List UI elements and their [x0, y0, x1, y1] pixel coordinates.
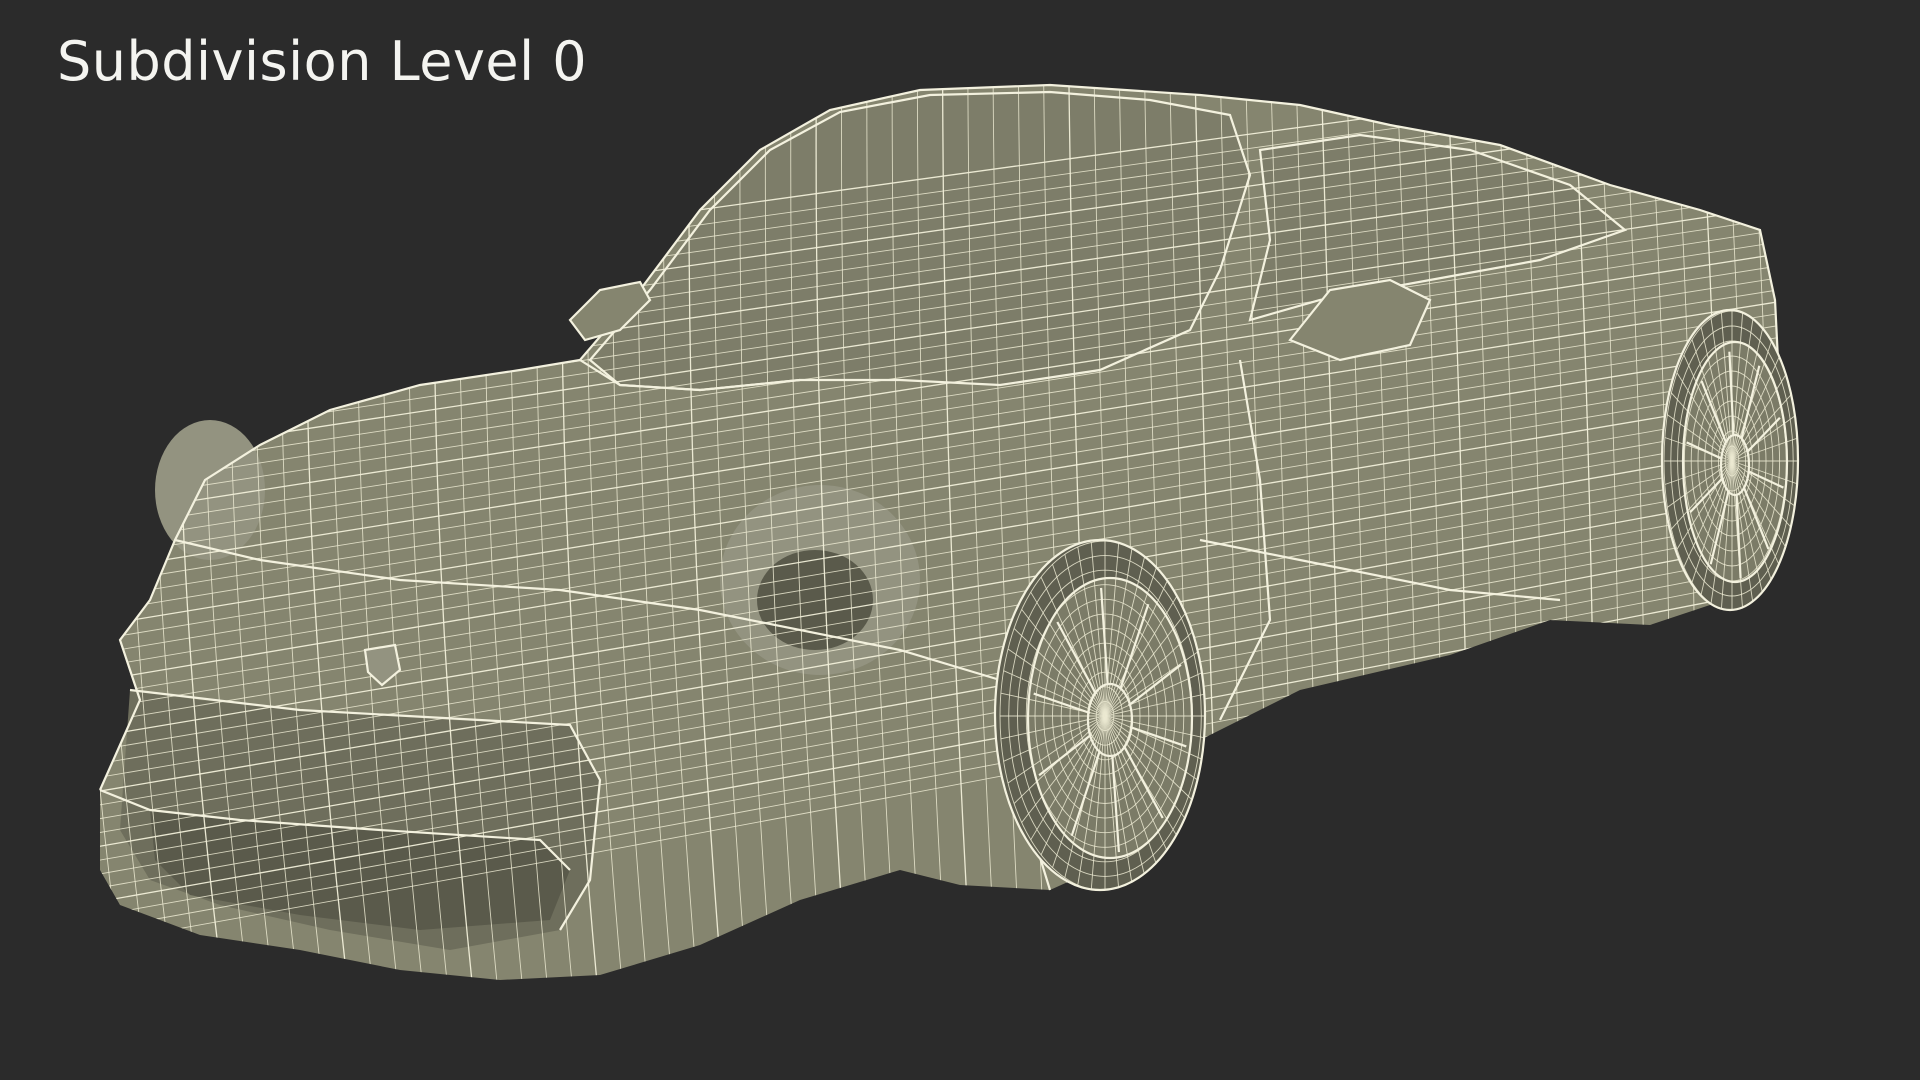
- rear-wheel: [1660, 308, 1800, 612]
- car-wireframe-model: [98, 83, 1800, 980]
- page-title: Subdivision Level 0: [57, 30, 588, 93]
- render-viewport: Subdivision Level 0: [0, 0, 1920, 1080]
